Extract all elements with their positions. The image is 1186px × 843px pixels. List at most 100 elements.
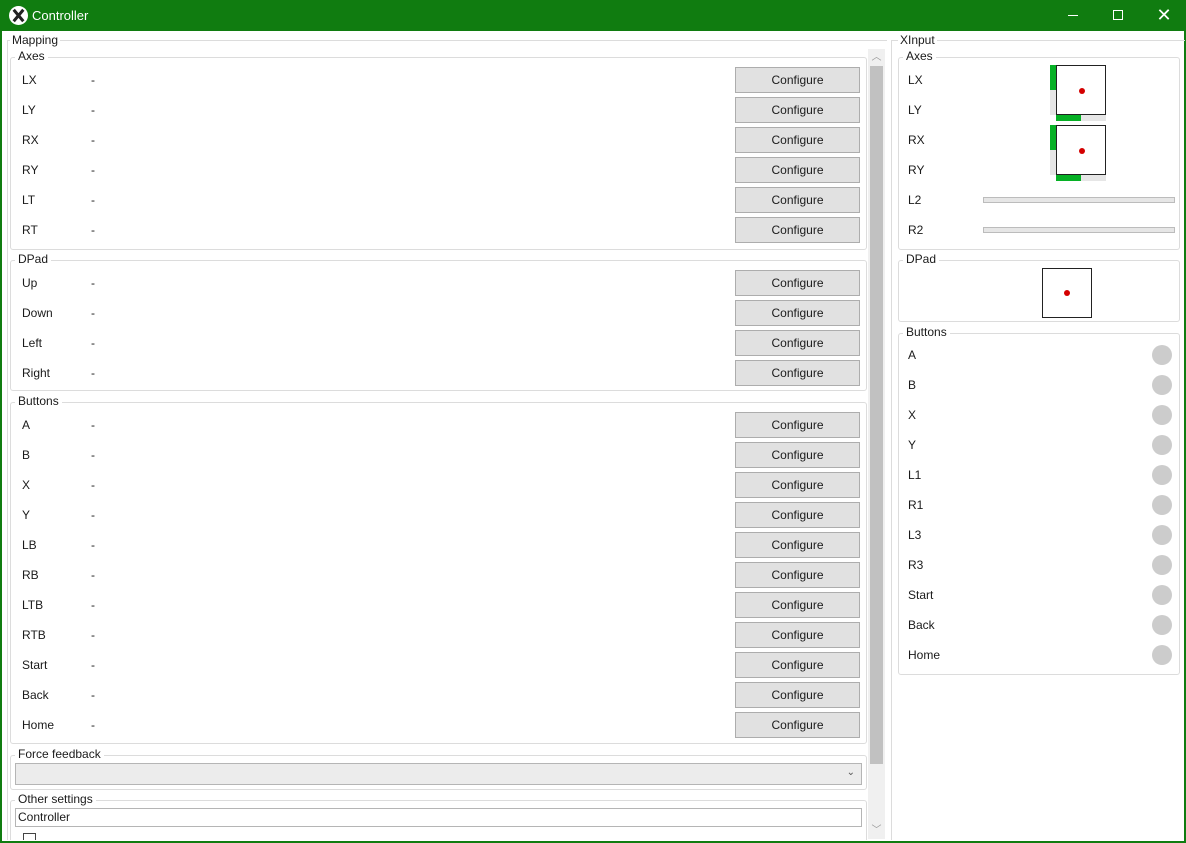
xinput-r3-label: R3: [908, 558, 924, 572]
configure-x-button[interactable]: Configure: [735, 472, 860, 498]
xinput-l1-indicator: [1152, 465, 1172, 485]
xinput-b-label: B: [908, 378, 917, 392]
xinput-r1-indicator: [1152, 495, 1172, 515]
configure-home-button[interactable]: Configure: [735, 712, 860, 738]
mapping-scrollbar[interactable]: ︿ ﹀: [868, 49, 885, 839]
mapping-down-value: -: [91, 306, 95, 320]
xinput-b-indicator: [1152, 375, 1172, 395]
left-stick-x-bar: [1056, 115, 1106, 121]
force-feedback-title: Force feedback: [15, 747, 104, 761]
configure-down-button[interactable]: Configure: [735, 300, 860, 326]
minimize-icon: [1068, 15, 1078, 16]
mapping-a-label: A: [22, 418, 31, 432]
minimize-button[interactable]: [1050, 0, 1096, 31]
other-settings-group: Other settings Controller: [10, 792, 867, 840]
configure-rx-button[interactable]: Configure: [735, 127, 860, 153]
configure-up-button[interactable]: Configure: [735, 270, 860, 296]
xinput-axis-label: RX: [908, 133, 925, 147]
mapping-ltb-label: LTB: [22, 598, 44, 612]
mapping-up-value: -: [91, 276, 95, 290]
scroll-down-icon[interactable]: ﹀: [868, 822, 885, 839]
mapping-lb-value: -: [91, 538, 95, 552]
right-stick-dot: [1079, 148, 1085, 154]
mapping-title: Mapping: [10, 33, 61, 47]
xinput-dpad-group: DPad: [898, 252, 1180, 322]
mapping-ry-label: RY: [22, 163, 39, 177]
mapping-home-value: -: [91, 718, 95, 732]
xinput-axes-group: Axes LX LY RX RY L2 R2: [898, 49, 1180, 250]
mapping-buttons-title: Buttons: [15, 394, 62, 408]
configure-y-button[interactable]: Configure: [735, 502, 860, 528]
close-button[interactable]: ✕: [1141, 0, 1186, 31]
chevron-down-icon: ⌄: [846, 767, 855, 778]
mapping-axes-group: Axes LX - Configure LY - Configure RX - Configur…: [10, 49, 867, 250]
mapping-start-label: Start: [22, 658, 48, 672]
title-bar[interactable]: Controller ✕: [2, 0, 1186, 31]
mapping-axes-title: Axes: [15, 49, 48, 63]
xinput-l3-indicator: [1152, 525, 1172, 545]
mapping-panel: Mapping Axes LX - Configure LY - Configure RX -…: [7, 32, 887, 840]
configure-rb-button[interactable]: Configure: [735, 562, 860, 588]
scroll-thumb[interactable]: [870, 66, 883, 764]
right-stick-x-bar: [1056, 175, 1106, 181]
mapping-y-label: Y: [22, 508, 31, 522]
configure-lx-button[interactable]: Configure: [735, 67, 860, 93]
xinput-home-indicator: [1152, 645, 1172, 665]
xinput-start-indicator: [1152, 585, 1172, 605]
configure-right-button[interactable]: Configure: [735, 360, 860, 386]
configure-left-button[interactable]: Configure: [735, 330, 860, 356]
left-stick-dot: [1079, 88, 1085, 94]
configure-lt-button[interactable]: Configure: [735, 187, 860, 213]
maximize-button[interactable]: [1095, 0, 1141, 31]
xinput-buttons-title: Buttons: [903, 325, 950, 339]
configure-ly-button[interactable]: Configure: [735, 97, 860, 123]
controller-name-input[interactable]: Controller: [15, 808, 862, 827]
mapping-start-value: -: [91, 658, 95, 672]
mapping-rb-label: RB: [22, 568, 39, 582]
l2-trigger-bar: [983, 197, 1175, 203]
mapping-ly-value: -: [91, 103, 95, 117]
xinput-axis-label: LX: [908, 73, 923, 87]
configure-ltb-button[interactable]: Configure: [735, 592, 860, 618]
dpad-indicator: [1042, 268, 1092, 318]
settings-checkbox[interactable]: [23, 833, 36, 840]
controller-window: Controller ✕ Mapping Axes LX - Configure LY…: [1, 0, 1186, 842]
mapping-b-label: B: [22, 448, 31, 462]
mapping-ry-value: -: [91, 163, 95, 177]
mapping-rtb-value: -: [91, 628, 95, 642]
mapping-x-value: -: [91, 478, 95, 492]
force-feedback-select[interactable]: ⌄: [15, 763, 862, 785]
mapping-down-label: Down: [22, 306, 53, 320]
mapping-ly-label: LY: [22, 103, 36, 117]
mapping-buttons-group: Buttons A - Configure B - Configure X - Configur…: [10, 394, 867, 744]
mapping-dpad-group: DPad Up - Configure Down - Configure Left - Conf…: [10, 252, 867, 391]
mapping-x-label: X: [22, 478, 31, 492]
scroll-up-icon[interactable]: ︿: [868, 49, 885, 66]
right-stick-box: [1056, 125, 1106, 175]
configure-start-button[interactable]: Configure: [735, 652, 860, 678]
xinput-panel: XInput Axes LX LY RX RY L2 R2 DPad Butto…: [891, 32, 1185, 840]
configure-back-button[interactable]: Configure: [735, 682, 860, 708]
xinput-x-indicator: [1152, 405, 1172, 425]
configure-rt-button[interactable]: Configure: [735, 217, 860, 243]
xinput-back-label: Back: [908, 618, 935, 632]
mapping-rx-value: -: [91, 133, 95, 147]
mapping-right-label: Right: [22, 366, 51, 380]
xinput-r1-label: R1: [908, 498, 924, 512]
xinput-a-indicator: [1152, 345, 1172, 365]
configure-rtb-button[interactable]: Configure: [735, 622, 860, 648]
right-stick-x-fill: [1056, 175, 1081, 181]
configure-b-button[interactable]: Configure: [735, 442, 860, 468]
mapping-lx-value: -: [91, 73, 95, 87]
xinput-l3-label: L3: [908, 528, 922, 542]
xinput-start-label: Start: [908, 588, 934, 602]
xinput-axes-title: Axes: [903, 49, 936, 63]
mapping-home-label: Home: [22, 718, 55, 732]
mapping-y-value: -: [91, 508, 95, 522]
xinput-y-label: Y: [908, 438, 917, 452]
configure-ry-button[interactable]: Configure: [735, 157, 860, 183]
configure-a-button[interactable]: Configure: [735, 412, 860, 438]
xinput-l1-label: L1: [908, 468, 922, 482]
configure-lb-button[interactable]: Configure: [735, 532, 860, 558]
xinput-axis-label: L2: [908, 193, 922, 207]
